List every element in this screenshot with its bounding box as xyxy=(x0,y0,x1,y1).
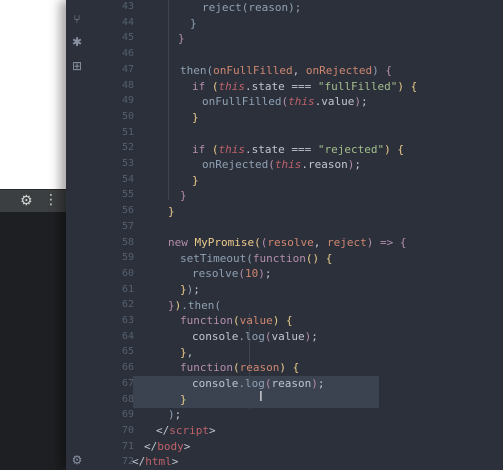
line-number: 60 xyxy=(121,267,134,279)
code-line-45: } xyxy=(178,32,185,45)
code-line-65: }, xyxy=(180,346,194,359)
more-vertical-icon[interactable]: ⋮ xyxy=(44,192,58,208)
line-number: 72 xyxy=(121,456,134,468)
code-line-53: onRejected(this.reason); xyxy=(202,158,361,171)
line-number: 71 xyxy=(121,440,134,452)
line-number: 58 xyxy=(121,236,134,248)
debug-icon[interactable]: ✱ xyxy=(70,35,84,49)
code-line-55: } xyxy=(180,189,187,202)
line-number: 67 xyxy=(121,377,134,389)
line-number: 59 xyxy=(121,252,134,264)
line-number: 69 xyxy=(121,409,134,421)
extensions-icon[interactable]: ⊞ xyxy=(70,59,84,73)
line-number: 63 xyxy=(121,315,134,326)
code-line-70: </script> xyxy=(156,424,216,437)
text-cursor: I xyxy=(259,390,263,405)
code-line-56: } xyxy=(168,205,175,218)
code-line-66: function(reason) { xyxy=(180,361,300,374)
line-number: 61 xyxy=(121,283,134,295)
line-number: 45 xyxy=(121,32,134,44)
line-number: 55 xyxy=(121,189,134,201)
line-number: 56 xyxy=(121,205,134,217)
code-line-58: new MyPromise((resolve, reject) => { xyxy=(168,236,407,249)
line-number: 53 xyxy=(121,158,134,169)
line-number: 50 xyxy=(121,110,134,122)
line-number: 68 xyxy=(121,393,134,405)
code-line-63: function(value) { xyxy=(180,314,293,327)
line-number: 43 xyxy=(121,1,134,12)
line-number: 52 xyxy=(121,142,134,154)
code-line-47: then(onFullFilled, onRejected) { xyxy=(180,64,392,77)
code-line-52: if (this.state === "rejected") { xyxy=(192,143,404,156)
code-line-71: </body> xyxy=(144,440,191,453)
line-number: 51 xyxy=(121,126,134,138)
code-area[interactable]: reject(reason); } } then(onFullFilled, o… xyxy=(132,0,503,470)
code-line-49: onFullFilled(this.value); xyxy=(202,95,368,108)
code-line-69: ); xyxy=(168,408,182,421)
line-number: 49 xyxy=(121,95,134,107)
code-line-59: setTimeout(function() { xyxy=(180,252,333,265)
line-number: 66 xyxy=(121,362,134,374)
line-number: 64 xyxy=(121,330,134,342)
line-number: 47 xyxy=(121,63,134,75)
code-editor[interactable]: ⑂ ✱ ⊞ ⚙ 43 44 45 46 47 48 49 50 51 52 53 54 55 56 57 58… xyxy=(66,0,503,470)
gear-icon[interactable]: ⚙ xyxy=(20,193,33,209)
activity-bar: ⑂ ✱ ⊞ ⚙ xyxy=(66,0,88,470)
line-number: 44 xyxy=(121,16,134,28)
line-number: 46 xyxy=(121,48,134,60)
code-line-44: } xyxy=(190,17,197,30)
code-line-50: } xyxy=(192,111,199,124)
code-line-62: }).then( xyxy=(168,299,221,312)
code-line-61: }); xyxy=(180,283,200,296)
indent-guide xyxy=(168,0,169,200)
line-number: 48 xyxy=(121,79,134,91)
code-line-54: } xyxy=(192,174,199,187)
background-toolbar: ⚙ ⋮ xyxy=(0,189,66,212)
code-line-64: console.log(value); xyxy=(192,330,318,343)
code-line-68: } xyxy=(180,393,187,406)
line-number: 65 xyxy=(121,346,134,358)
line-number: 57 xyxy=(121,220,134,232)
code-line-48: if (this.state === "fullFilled") { xyxy=(192,80,418,93)
source-control-icon[interactable]: ⑂ xyxy=(70,12,84,26)
code-line-72: </html> xyxy=(132,455,179,468)
line-number: 70 xyxy=(121,424,134,436)
settings-icon[interactable]: ⚙ xyxy=(70,453,84,467)
line-number: 62 xyxy=(121,299,134,311)
line-number: 54 xyxy=(121,173,134,185)
code-line-60: resolve(10); xyxy=(192,267,272,280)
background-panel xyxy=(0,212,66,470)
code-line-43: reject(reason); xyxy=(202,1,302,14)
